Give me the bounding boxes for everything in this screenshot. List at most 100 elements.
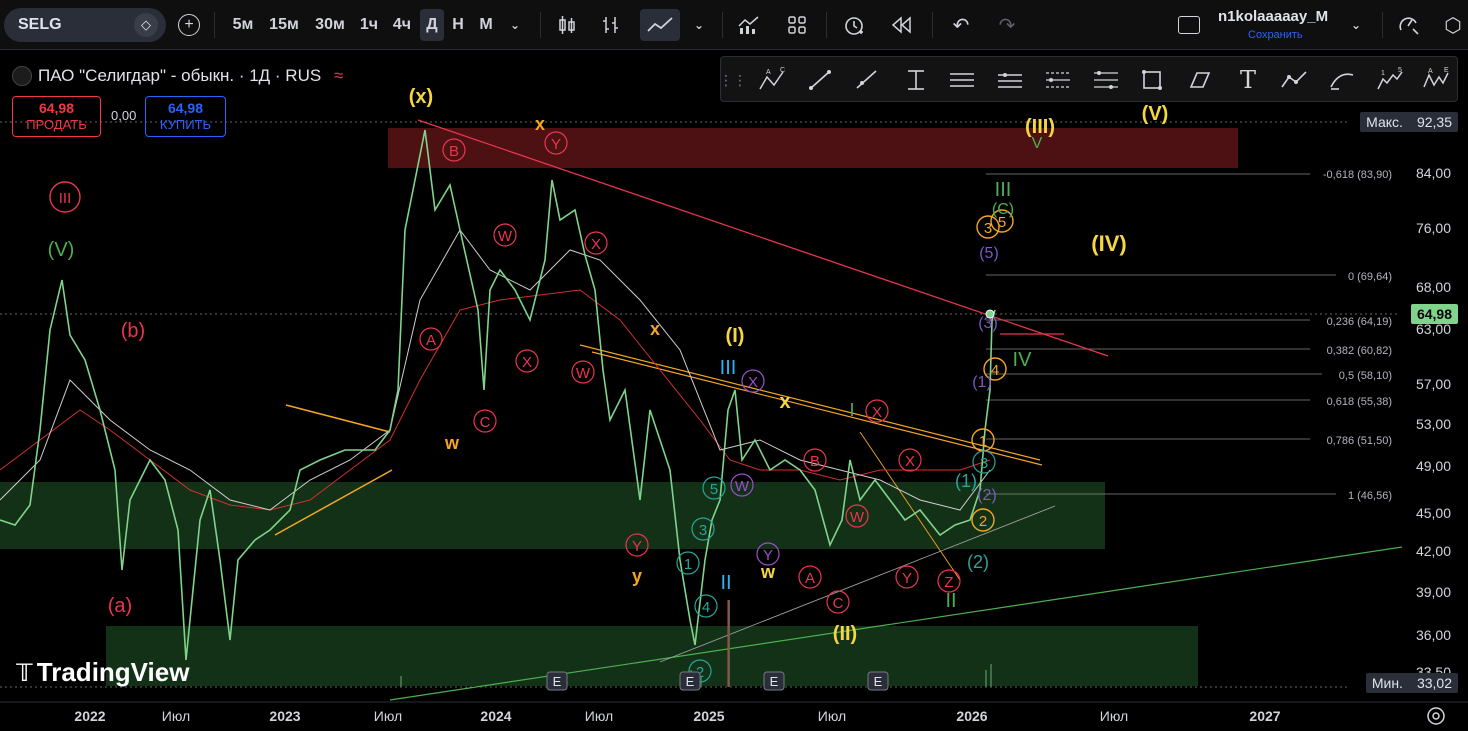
quick-search-button[interactable] xyxy=(1394,9,1424,41)
svg-text:57,00: 57,00 xyxy=(1416,376,1451,392)
svg-text:2024: 2024 xyxy=(480,708,511,724)
min-label: Мин. xyxy=(1371,675,1403,691)
svg-text:C: C xyxy=(480,414,491,431)
svg-text:84,00: 84,00 xyxy=(1416,165,1451,181)
svg-text:X: X xyxy=(591,236,601,253)
path-tool[interactable] xyxy=(1277,63,1311,97)
interval-1h[interactable]: 1ч xyxy=(354,9,384,41)
svg-text:53,00: 53,00 xyxy=(1416,416,1451,432)
replay-button[interactable] xyxy=(886,9,918,41)
undo-button[interactable]: ↶ xyxy=(946,9,976,41)
fib-retracement-tool[interactable] xyxy=(1041,63,1075,97)
candles-button[interactable] xyxy=(552,9,582,41)
tradingview-logo[interactable]: 𝕋 TradingView xyxy=(16,657,189,688)
svg-text:w: w xyxy=(760,562,776,582)
price-chart[interactable]: III B Y W X A X C W Y X B X W A Y Z C X … xyxy=(0,50,1468,731)
line-chart-icon xyxy=(647,17,673,32)
svg-text:C: C xyxy=(833,595,844,612)
interval-w[interactable]: Н xyxy=(446,9,470,41)
settings-button[interactable]: ⬡ xyxy=(1438,9,1468,41)
chart-pane[interactable]: III B Y W X A X C W Y X B X W A Y Z C X … xyxy=(0,50,1468,731)
redo-button[interactable]: ↷ xyxy=(992,9,1022,41)
axis-settings-button[interactable] xyxy=(1427,707,1445,725)
svg-text:2025: 2025 xyxy=(693,708,724,724)
toolbar-drag-handle[interactable]: ⋮⋮ xyxy=(719,63,747,97)
svg-text:(a): (a) xyxy=(108,595,132,617)
cross-line-icon xyxy=(908,70,924,90)
chevron-down-icon: ⌄ xyxy=(509,18,521,32)
interval-4h[interactable]: 4ч xyxy=(386,9,418,41)
ray-tool[interactable] xyxy=(849,63,883,97)
buy-button[interactable]: 64,98 КУПИТЬ xyxy=(145,96,226,137)
elliott-abc-tool[interactable]: AC xyxy=(755,63,789,97)
chevron-down-icon: ⌄ xyxy=(693,18,705,32)
svg-text:A: A xyxy=(426,332,436,349)
time-axis[interactable]: 2022 Июл 2023 Июл 2024 Июл 2025 Июл 2026… xyxy=(74,708,1280,724)
trend-line-icon xyxy=(809,70,831,90)
elliott-impulse-tool[interactable]: 15 xyxy=(1373,63,1407,97)
diamond-icon[interactable]: ◇ xyxy=(134,13,158,37)
save-dropdown[interactable]: ⌄ xyxy=(1346,9,1366,41)
svg-text:Июл: Июл xyxy=(374,708,402,724)
drawing-toolbar: ⋮⋮ AC T 15 AE xyxy=(719,56,1458,102)
svg-text:W: W xyxy=(850,509,865,526)
svg-text:x: x xyxy=(535,114,545,134)
layouts-button[interactable] xyxy=(782,9,812,41)
price-axis[interactable]: 84,00 76,00 68,00 63,00 57,00 53,00 49,0… xyxy=(1416,165,1451,680)
svg-text:49,00: 49,00 xyxy=(1416,458,1451,474)
svg-text:W: W xyxy=(498,228,513,245)
fib-ext-icon xyxy=(1094,71,1118,89)
add-symbol-button[interactable]: + xyxy=(174,9,204,41)
layout-toggle-button[interactable] xyxy=(1174,9,1204,41)
svg-text:V: V xyxy=(1032,135,1043,152)
svg-text:X: X xyxy=(522,354,532,371)
max-label: Макс. xyxy=(1366,114,1403,130)
parallel-channel-tool[interactable] xyxy=(945,63,979,97)
rectangle-tool[interactable] xyxy=(1135,63,1169,97)
svg-text:II: II xyxy=(945,590,956,612)
svg-text:III: III xyxy=(720,357,737,379)
indicators-button[interactable] xyxy=(734,9,764,41)
sell-button[interactable]: 64,98 ПРОДАТЬ xyxy=(12,96,101,137)
svg-text:(1): (1) xyxy=(955,471,977,491)
brush-tool[interactable] xyxy=(1183,63,1217,97)
curve-tool[interactable] xyxy=(1325,63,1359,97)
fib-labels: -0,618 (83,90) 0 (69,64) 0,236 (64,19) 0… xyxy=(1323,169,1392,502)
orange-line-1[interactable] xyxy=(285,404,391,433)
svg-text:Июл: Июл xyxy=(585,708,613,724)
interval-30m[interactable]: 30м xyxy=(308,9,352,41)
line-chart-button[interactable] xyxy=(640,9,680,41)
interval-m[interactable]: М xyxy=(474,9,498,41)
fib-extension-tool[interactable] xyxy=(1089,63,1123,97)
layout-name[interactable]: n1kolaaaaay_M xyxy=(1218,8,1328,25)
rewind-icon xyxy=(891,16,911,34)
text-tool[interactable]: T xyxy=(1231,63,1265,97)
interval-d[interactable]: Д xyxy=(420,9,444,41)
svg-text:III: III xyxy=(995,179,1012,201)
bars-button[interactable] xyxy=(596,9,626,41)
svg-text:E: E xyxy=(770,674,779,689)
symbol-search[interactable]: SELG ◇ xyxy=(4,8,166,42)
svg-text:45,00: 45,00 xyxy=(1416,505,1451,521)
channel-top-line[interactable] xyxy=(579,344,1041,461)
top-toolbar: SELG ◇ + 5м 15м 30м 1ч 4ч Д Н М ⌄ ⌄ ↶ ↷ … xyxy=(0,0,1468,50)
save-status[interactable]: Сохранить xyxy=(1248,29,1303,41)
interval-15m[interactable]: 15м xyxy=(264,9,304,41)
svg-text:39,00: 39,00 xyxy=(1416,584,1451,600)
interval-dropdown[interactable]: ⌄ xyxy=(504,9,526,41)
ma-red xyxy=(0,289,991,511)
svg-text:Z: Z xyxy=(944,574,953,591)
alarm-clock-icon xyxy=(845,17,863,35)
svg-text:(x): (x) xyxy=(409,86,433,108)
svg-text:C: C xyxy=(780,67,785,74)
svg-text:y: y xyxy=(632,566,642,586)
pitchfork-tool[interactable] xyxy=(993,63,1027,97)
symbol-legend-title[interactable]: ПАО "Селигдар" - обыкн. · 1Д · RUS ≈ xyxy=(38,66,343,86)
chart-type-dropdown[interactable]: ⌄ xyxy=(688,9,710,41)
vertical-line-tool[interactable] xyxy=(899,63,933,97)
elliott-triangle-tool[interactable]: AE xyxy=(1419,63,1453,97)
trend-line-tool[interactable] xyxy=(803,63,837,97)
svg-text:(V): (V) xyxy=(48,239,75,261)
interval-5m[interactable]: 5м xyxy=(226,9,260,41)
alert-button[interactable] xyxy=(838,9,870,41)
